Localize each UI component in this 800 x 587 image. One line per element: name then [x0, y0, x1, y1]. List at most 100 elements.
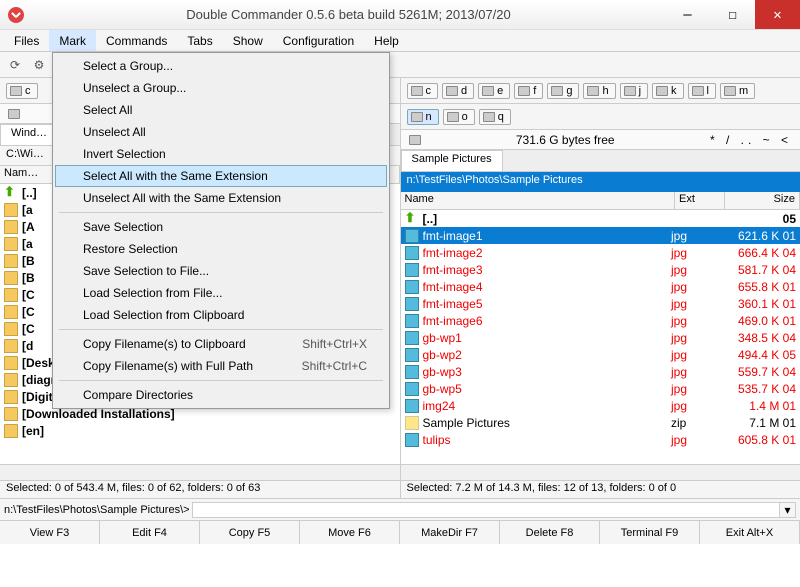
function-keys: View F3Edit F4Copy F5Move F6MakeDir F7De…: [0, 520, 800, 544]
folder-icon: [4, 339, 18, 353]
menu-item[interactable]: Copy Filename(s) to ClipboardShift+Ctrl+…: [55, 333, 387, 355]
right-hscroll[interactable]: [401, 464, 800, 480]
menu-item[interactable]: Unselect All with the Same Extension: [55, 187, 387, 209]
drive-q[interactable]: q: [479, 109, 511, 125]
image-icon: [405, 348, 419, 362]
file-row[interactable]: Sample Pictureszip7.1 M 01: [401, 414, 800, 431]
menu-item[interactable]: Select All: [55, 99, 387, 121]
fkey-button[interactable]: View F3: [0, 521, 100, 544]
fkey-button[interactable]: Edit F4: [100, 521, 200, 544]
drive-e[interactable]: e: [478, 83, 510, 99]
maximize-button[interactable]: [710, 0, 755, 29]
cmdline-input[interactable]: [192, 502, 780, 518]
menu-item[interactable]: Restore Selection: [55, 238, 387, 260]
right-col-name[interactable]: Name: [401, 192, 676, 209]
menu-files[interactable]: Files: [4, 30, 49, 51]
file-row[interactable]: fmt-image2jpg666.4 K 04: [401, 244, 800, 261]
fkey-button[interactable]: MakeDir F7: [400, 521, 500, 544]
drive-h[interactable]: h: [583, 83, 615, 99]
menu-configuration[interactable]: Configuration: [273, 30, 364, 51]
right-drives-row2: noq: [401, 104, 800, 130]
image-icon: [405, 297, 419, 311]
tool-icon[interactable]: ⚙: [28, 54, 50, 76]
drive-l[interactable]: l: [688, 83, 716, 99]
archive-icon: [405, 416, 419, 430]
drive-f[interactable]: f: [514, 83, 543, 99]
file-row[interactable]: fmt-image5jpg360.1 K 01: [401, 295, 800, 312]
folder-icon: [4, 254, 18, 268]
close-button[interactable]: [755, 0, 800, 29]
left-hscroll[interactable]: [0, 464, 400, 480]
folder-icon: [4, 424, 18, 438]
file-row[interactable]: tulipsjpg605.8 K 01: [401, 431, 800, 448]
menu-help[interactable]: Help: [364, 30, 409, 51]
menu-item[interactable]: Select All with the Same Extension: [55, 165, 387, 187]
folder-icon: [4, 356, 18, 370]
fkey-button[interactable]: Copy F5: [200, 521, 300, 544]
right-col-size[interactable]: Size: [725, 192, 800, 209]
command-line: n:\TestFiles\Photos\Sample Pictures\> ▾: [0, 498, 800, 520]
menu-item[interactable]: Load Selection from Clipboard: [55, 304, 387, 326]
left-tab[interactable]: Wind…: [0, 124, 58, 145]
menu-item[interactable]: Invert Selection: [55, 143, 387, 165]
app-icon: [8, 7, 24, 23]
file-row[interactable]: fmt-image6jpg469.0 K 01: [401, 312, 800, 329]
file-row[interactable]: gb-wp5jpg535.7 K 04: [401, 380, 800, 397]
minimize-button[interactable]: [665, 0, 710, 29]
drive-j[interactable]: j: [620, 83, 648, 99]
image-icon: [405, 280, 419, 294]
image-icon: [405, 331, 419, 345]
image-icon: [405, 263, 419, 277]
file-row[interactable]: gb-wp1jpg348.5 K 04: [401, 329, 800, 346]
up-icon: [4, 186, 18, 200]
file-row[interactable]: img24jpg1.4 M 01: [401, 397, 800, 414]
nav-buttons[interactable]: * / .. ~ <: [710, 133, 792, 147]
menu-tabs[interactable]: Tabs: [177, 30, 222, 51]
drive-icon: [8, 109, 20, 119]
drive-k[interactable]: k: [652, 83, 684, 99]
right-path-bar[interactable]: n:\TestFiles\Photos\Sample Pictures: [401, 172, 800, 192]
folder-icon: [4, 322, 18, 336]
menu-item[interactable]: Save Selection to File...: [55, 260, 387, 282]
menu-show[interactable]: Show: [223, 30, 273, 51]
drive-c[interactable]: c: [407, 83, 439, 99]
fkey-button[interactable]: Terminal F9: [600, 521, 700, 544]
image-icon: [405, 314, 419, 328]
fkey-button[interactable]: Exit Alt+X: [700, 521, 800, 544]
drive-n[interactable]: n: [407, 109, 439, 125]
file-row[interactable]: fmt-image3jpg581.7 K 04: [401, 261, 800, 278]
file-row[interactable]: [en]: [0, 422, 400, 439]
drive-o[interactable]: o: [443, 109, 475, 125]
refresh-icon[interactable]: ⟳: [4, 54, 26, 76]
fkey-button[interactable]: Delete F8: [500, 521, 600, 544]
menu-item[interactable]: Unselect a Group...: [55, 77, 387, 99]
menu-item[interactable]: Save Selection: [55, 216, 387, 238]
file-row[interactable]: [..] 05: [401, 210, 800, 227]
file-row[interactable]: gb-wp2jpg494.4 K 05: [401, 346, 800, 363]
menu-item[interactable]: Compare Directories: [55, 384, 387, 406]
file-row[interactable]: fmt-image4jpg655.8 K 01: [401, 278, 800, 295]
file-row[interactable]: fmt-image1jpg621.6 K 01: [401, 227, 800, 244]
right-file-list[interactable]: [..] 05fmt-image1jpg621.6 K 01fmt-image2…: [401, 210, 800, 464]
drive-m[interactable]: m: [720, 83, 755, 99]
menu-item[interactable]: Select a Group...: [55, 55, 387, 77]
menu-item[interactable]: Unselect All: [55, 121, 387, 143]
fkey-button[interactable]: Move F6: [300, 521, 400, 544]
file-row[interactable]: gb-wp3jpg559.7 K 04: [401, 363, 800, 380]
right-tab[interactable]: Sample Pictures: [401, 150, 503, 171]
menu-item[interactable]: Load Selection from File...: [55, 282, 387, 304]
drive-c[interactable]: c: [6, 83, 38, 99]
folder-icon: [4, 220, 18, 234]
menu-item[interactable]: Copy Filename(s) with Full PathShift+Ctr…: [55, 355, 387, 377]
right-col-ext[interactable]: Ext: [675, 192, 725, 209]
drive-d[interactable]: d: [442, 83, 474, 99]
folder-icon: [4, 305, 18, 319]
menu-mark[interactable]: Mark: [49, 30, 96, 51]
folder-icon: [4, 203, 18, 217]
drive-g[interactable]: g: [547, 83, 579, 99]
right-panel: cdefghjklm noq 731.6 G bytes free * / ..…: [401, 78, 800, 498]
menu-separator: [59, 380, 383, 381]
menu-commands[interactable]: Commands: [96, 30, 177, 51]
menu-bar: FilesMarkCommandsTabsShowConfigurationHe…: [0, 30, 800, 52]
cmdline-dropdown[interactable]: ▾: [780, 502, 796, 518]
